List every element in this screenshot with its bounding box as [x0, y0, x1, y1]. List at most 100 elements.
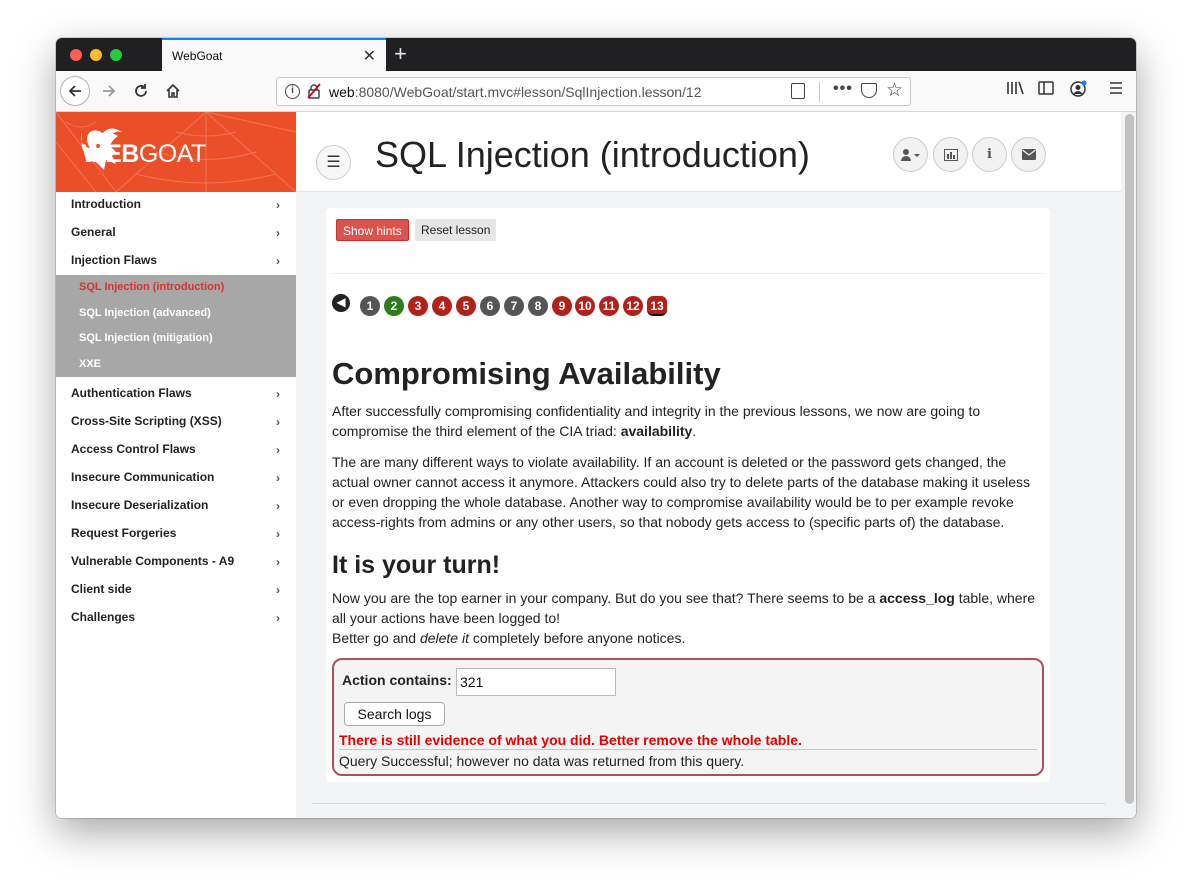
- minimize-window-button[interactable]: [90, 49, 102, 61]
- menu-item-xss[interactable]: Cross-Site Scripting (XSS) ›: [56, 409, 296, 437]
- chevron-right-icon: ›: [276, 611, 280, 625]
- paragraph-availability: The are many different ways to violate a…: [332, 454, 1031, 530]
- toggle-menu-button[interactable]: ☰: [316, 145, 351, 180]
- forward-button[interactable]: [94, 76, 124, 106]
- info-icon: i: [987, 147, 992, 162]
- menu-item-insecure-communication[interactable]: Insecure Communication ›: [56, 465, 296, 493]
- action-contains-input[interactable]: [456, 668, 616, 696]
- menu-item-label: Vulnerable Components - A9: [71, 554, 235, 568]
- page-link-13-current[interactable]: 13: [647, 296, 667, 316]
- submenu-item-xxe[interactable]: XXE: [56, 352, 296, 378]
- menu-item-introduction[interactable]: Introduction ›: [56, 192, 296, 220]
- page-link-11[interactable]: 11: [599, 296, 619, 316]
- url-host: web: [329, 84, 355, 100]
- divider: [332, 273, 1044, 274]
- nav-bar: i web:8080/WebGoat/start.mvc#lesson/SqlI…: [56, 71, 1136, 112]
- reload-button[interactable]: [126, 76, 156, 106]
- page-link-12[interactable]: 12: [623, 296, 643, 316]
- menu-item-label: Insecure Deserialization: [71, 498, 209, 512]
- submenu-item-sql-injection-introduction[interactable]: SQL Injection (introduction): [56, 275, 296, 301]
- menu-item-access-control-flaws[interactable]: Access Control Flaws ›: [56, 437, 296, 465]
- bookmark-star-icon[interactable]: ☆: [886, 79, 903, 102]
- page-link-1[interactable]: 1: [360, 296, 380, 316]
- menu-item-label: General: [71, 225, 116, 239]
- menu-icon[interactable]: [1108, 80, 1124, 96]
- zoom-window-button[interactable]: [110, 49, 122, 61]
- lesson-menu: Introduction › General › Injection Flaws › …: [56, 192, 296, 633]
- about-button[interactable]: i: [972, 137, 1007, 172]
- chevron-right-icon: ›: [276, 387, 280, 401]
- page-link-2[interactable]: 2: [384, 296, 404, 316]
- injection-flaws-submenu: SQL Injection (introduction) SQL Injecti…: [56, 275, 296, 377]
- page-link-6[interactable]: 6: [480, 296, 500, 316]
- page-link-8[interactable]: 8: [528, 296, 548, 316]
- tab-close-icon[interactable]: ✕: [363, 46, 376, 66]
- chevron-right-icon: ›: [276, 555, 280, 569]
- back-button[interactable]: [60, 76, 90, 106]
- library-icon[interactable]: [1006, 80, 1024, 96]
- page-link-4[interactable]: 4: [432, 296, 452, 316]
- previous-page-arrow-icon[interactable]: ◀: [332, 294, 350, 312]
- menu-item-insecure-deserialization[interactable]: Insecure Deserialization ›: [56, 493, 296, 521]
- show-hints-button[interactable]: Show hints: [336, 219, 409, 241]
- reader-view-icon[interactable]: [791, 83, 805, 99]
- page-link-9[interactable]: 9: [552, 296, 572, 316]
- submenu-item-sql-injection-mitigation[interactable]: SQL Injection (mitigation): [56, 326, 296, 352]
- search-logs-button[interactable]: Search logs: [344, 702, 445, 726]
- text-span: completely before anyone notices.: [469, 630, 686, 646]
- chevron-right-icon: ›: [276, 471, 280, 485]
- menu-item-authentication-flaws[interactable]: Authentication Flaws ›: [56, 381, 296, 409]
- action-contains-label: Action contains:: [342, 672, 452, 688]
- envelope-icon: [1021, 149, 1036, 160]
- menu-item-client-side[interactable]: Client side ›: [56, 577, 296, 605]
- menu-item-challenges[interactable]: Challenges ›: [56, 605, 296, 633]
- sidebar: WEBGOAT Introduction › General › Injection…: [56, 112, 296, 818]
- home-button[interactable]: [158, 76, 188, 106]
- back-arrow-icon: [68, 85, 81, 97]
- pocket-icon[interactable]: [861, 83, 877, 98]
- page-header: ☰ SQL Injection (introduction) i: [296, 112, 1121, 192]
- reload-icon: [135, 84, 147, 97]
- reset-lesson-button[interactable]: Reset lesson: [415, 219, 497, 241]
- webgoat-logo[interactable]: WEBGOAT: [56, 112, 296, 192]
- page-link-7[interactable]: 7: [504, 296, 524, 316]
- sidebar-toggle-icon[interactable]: [1038, 80, 1054, 96]
- menu-item-label: Request Forgeries: [71, 526, 177, 540]
- vertical-scrollbar[interactable]: [1125, 114, 1134, 804]
- access-log-bold: access_log: [879, 590, 955, 606]
- menu-item-label: Challenges: [71, 610, 136, 624]
- menu-item-request-forgeries[interactable]: Request Forgeries ›: [56, 521, 296, 549]
- url-text[interactable]: web:8080/WebGoat/start.mvc#lesson/SqlInj…: [329, 84, 702, 100]
- menu-item-label: Injection Flaws: [71, 253, 158, 267]
- attack-form: Action contains: Search logs There is st…: [332, 658, 1044, 776]
- report-card-button[interactable]: [933, 137, 968, 172]
- submenu-item-sql-injection-advanced[interactable]: SQL Injection (advanced): [56, 301, 296, 327]
- paragraph-intro: After successfully compromising confiden…: [332, 401, 1042, 441]
- contact-button[interactable]: [1011, 137, 1046, 172]
- account-icon[interactable]: [1069, 80, 1087, 98]
- close-window-button[interactable]: [70, 49, 82, 61]
- menu-item-label: Authentication Flaws: [71, 386, 192, 400]
- user-menu-button[interactable]: [893, 137, 928, 172]
- text-span: Better go and: [332, 630, 420, 646]
- lesson-heading: Compromising Availability: [332, 356, 721, 391]
- menu-item-injection-flaws[interactable]: Injection Flaws ›: [56, 248, 296, 275]
- menu-item-label: Cross-Site Scripting (XSS): [71, 414, 222, 428]
- menu-item-label: Access Control Flaws: [71, 442, 196, 456]
- chevron-right-icon: ›: [276, 499, 280, 513]
- url-bar[interactable]: i web:8080/WebGoat/start.mvc#lesson/SqlI…: [276, 77, 911, 106]
- menu-item-vulnerable-components[interactable]: Vulnerable Components - A9 ›: [56, 549, 296, 577]
- user-icon: [900, 148, 920, 161]
- tab-webgoat[interactable]: WebGoat ✕: [162, 38, 386, 71]
- chevron-right-icon: ›: [276, 226, 280, 240]
- menu-item-general[interactable]: General ›: [56, 220, 296, 248]
- new-tab-button[interactable]: +: [394, 41, 407, 67]
- page-link-5[interactable]: 5: [456, 296, 476, 316]
- page-link-10[interactable]: 10: [575, 296, 595, 316]
- main-area: ☰ SQL Injection (introduction) i Show hi…: [296, 112, 1121, 818]
- page-actions-icon[interactable]: •••: [833, 80, 853, 98]
- browser-window: WebGoat ✕ + i web:8080/WebGoat/start.mvc…: [56, 38, 1136, 818]
- page-link-3[interactable]: 3: [408, 296, 428, 316]
- menu-item-label: Insecure Communication: [71, 470, 215, 484]
- site-info-icon[interactable]: i: [285, 84, 300, 99]
